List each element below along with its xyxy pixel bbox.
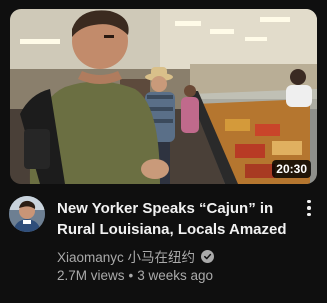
avatar-image [9,196,45,232]
view-count: 2.7M views [57,267,125,283]
channel-info: Xiaomanyc 小马在纽约 [57,246,215,266]
duration-badge: 20:30 [272,160,311,178]
meta-separator: • [128,267,134,283]
more-vert-icon[interactable] [302,198,316,218]
verified-check-icon [201,249,215,263]
video-metadata: 2.7M views • 3 weeks ago [57,266,213,284]
thumbnail-scene [10,9,317,184]
video-thumbnail[interactable]: 20:30 [10,9,317,184]
upload-age: 3 weeks ago [137,267,214,283]
video-title[interactable]: New Yorker Speaks “Cajun” in Rural Louis… [57,198,297,240]
video-card[interactable]: 20:30 New Yorker Speaks “Cajun” in Rural… [0,0,327,303]
channel-avatar[interactable] [9,196,45,232]
channel-name[interactable]: Xiaomanyc 小马在纽约 [57,246,195,266]
